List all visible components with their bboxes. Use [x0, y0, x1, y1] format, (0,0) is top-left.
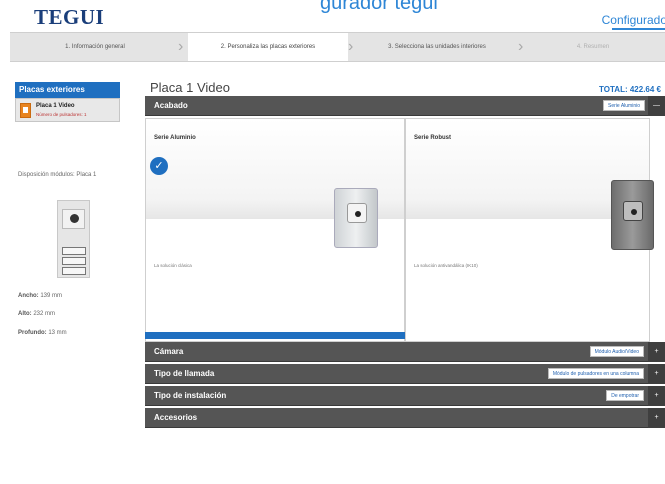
dim-depth: Profundo: 13 mm [18, 330, 67, 336]
sidebar-heading: Placas exteriores [15, 82, 120, 98]
sidebar-item-name: Placa 1 Video [36, 103, 75, 109]
dim-height: Alto: 232 mm [18, 311, 56, 317]
step-3[interactable]: 3. Selecciona las unidades interiores [356, 33, 518, 61]
robust-plate-image [611, 180, 654, 250]
section-label: Acabado [154, 101, 188, 110]
section-value: Módulo de pulsadores en una columna [547, 368, 644, 379]
aluminium-plate-image [334, 188, 378, 248]
section-value: Módulo Audio/Video [589, 346, 644, 357]
option-name: Serie Aluminio [154, 135, 196, 141]
step-1[interactable]: 1. Información general [10, 33, 180, 61]
option-caption: La solución antivandálica (IK10) [414, 263, 478, 268]
footer-area [0, 440, 665, 484]
total-price: TOTAL: 422.64 € [599, 85, 661, 94]
option-caption: La solución clásica [154, 263, 192, 268]
wizard-steps: 1. Información general › 2. Personaliza … [10, 32, 665, 62]
brand-logo[interactable]: TEGUI [34, 5, 104, 30]
camera-icon [347, 203, 367, 223]
top-bar: TEGUI gurador tegui Configurado [0, 0, 665, 32]
dim-width: Ancho: 139 mm [18, 293, 63, 299]
step-4: 4. Resumen [576, 44, 610, 50]
chevron-right-icon: › [178, 38, 184, 55]
section-accesorios[interactable]: Accesorios + [145, 408, 665, 428]
configurator-underline [612, 28, 665, 30]
expand-icon[interactable]: + [648, 364, 665, 384]
option-name: Serie Robust [414, 135, 452, 141]
section-label: Tipo de instalación [154, 391, 227, 400]
expand-icon[interactable]: + [648, 408, 665, 428]
button-module [62, 257, 86, 265]
sidebar-item-sub: Número de pulsadores: 1 [36, 112, 87, 117]
section-acabado[interactable]: Acabado Serie Aluminio — [145, 96, 665, 116]
section-label: Tipo de llamada [154, 369, 215, 378]
section-value: Serie Aluminio [603, 100, 645, 111]
selected-indicator [145, 332, 405, 339]
expand-icon[interactable]: + [648, 386, 665, 406]
plate-icon [20, 103, 31, 118]
camera-icon [623, 201, 643, 221]
button-module [62, 247, 86, 255]
button-module [62, 267, 86, 275]
section-camara[interactable]: Cámara Módulo Audio/Video + [145, 342, 665, 362]
sidebar-item-placa-1[interactable]: Placa 1 Video Número de pulsadores: 1 [15, 98, 120, 122]
chevron-right-icon: › [518, 38, 524, 55]
section-value: De empotrar [606, 390, 644, 401]
collapse-icon[interactable]: — [648, 96, 665, 116]
step-2[interactable]: 2. Personaliza las placas exteriores [188, 33, 348, 61]
check-icon: ✓ [150, 157, 168, 175]
section-label: Accesorios [154, 413, 198, 422]
section-tipo-llamada[interactable]: Tipo de llamada Módulo de pulsadores en … [145, 364, 665, 384]
disposition-label: Disposición módulos: Placa 1 [18, 172, 97, 178]
camera-module-icon [62, 209, 85, 229]
panel-title: Placa 1 Video [150, 80, 230, 95]
section-label: Cámara [154, 347, 184, 356]
plate-preview [57, 200, 90, 278]
app-title: gurador tegui [320, 0, 438, 14]
section-tipo-instalacion[interactable]: Tipo de instalación De empotrar + [145, 386, 665, 406]
configurator-link[interactable]: Configurado [602, 13, 665, 27]
expand-icon[interactable]: + [648, 342, 665, 362]
